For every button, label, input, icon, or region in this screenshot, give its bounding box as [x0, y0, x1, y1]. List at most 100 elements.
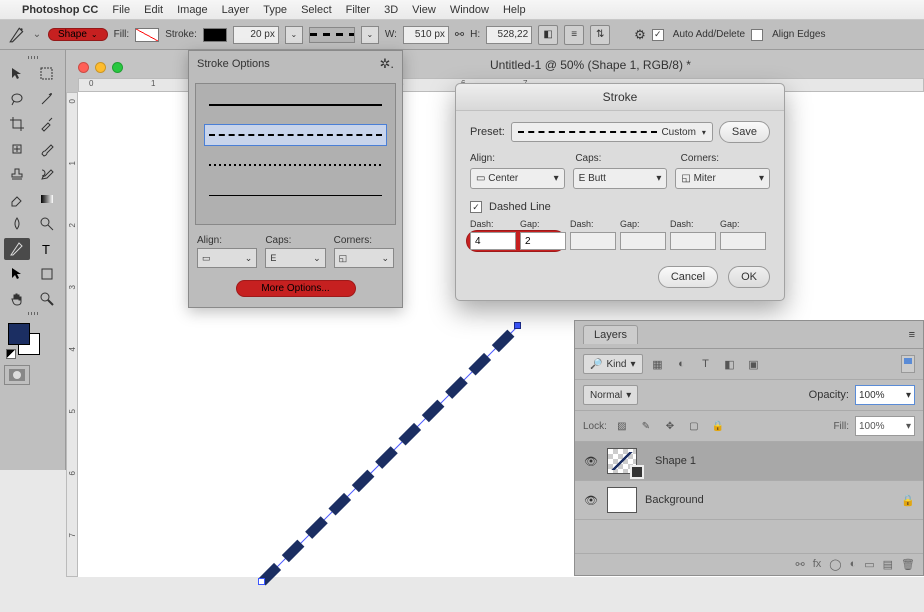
- dodge-tool[interactable]: [34, 213, 60, 235]
- mask-icon[interactable]: ◯: [829, 558, 841, 571]
- shape-tool[interactable]: [34, 263, 60, 285]
- layer-thumb[interactable]: [607, 487, 637, 513]
- stroke-swatch[interactable]: [203, 28, 227, 42]
- dash3-input[interactable]: [670, 232, 716, 250]
- popover-corners-select[interactable]: ◱⌄: [334, 248, 394, 268]
- panel-grip[interactable]: [28, 56, 38, 59]
- path-arrange-icon[interactable]: ⇅: [590, 25, 610, 45]
- eraser-tool[interactable]: [4, 188, 30, 210]
- dlg-corners-select[interactable]: ◱ Miter▾: [675, 168, 770, 189]
- height-field[interactable]: 528,22: [486, 26, 532, 44]
- brush-tool[interactable]: [34, 138, 60, 160]
- menu-select[interactable]: Select: [301, 4, 332, 16]
- trash-icon[interactable]: 🗑: [901, 558, 915, 571]
- width-field[interactable]: 510 px: [403, 26, 449, 44]
- tool-mode-select[interactable]: Shape⌄: [48, 28, 108, 41]
- path-anchor-start[interactable]: [258, 578, 265, 585]
- menu-file[interactable]: File: [112, 4, 130, 16]
- move-tool[interactable]: [4, 63, 30, 85]
- filter-shape-icon[interactable]: ◧: [721, 355, 739, 373]
- menu-help[interactable]: Help: [503, 4, 526, 16]
- blend-mode-select[interactable]: Normal▾: [583, 385, 638, 405]
- blur-tool[interactable]: [4, 213, 30, 235]
- menu-3d[interactable]: 3D: [384, 4, 398, 16]
- path-align-icon[interactable]: ≡: [564, 25, 584, 45]
- popover-align-select[interactable]: ▭⌄: [197, 248, 257, 268]
- path-ops-icon[interactable]: ◧: [538, 25, 558, 45]
- lock-all-icon[interactable]: 🔒: [709, 417, 727, 435]
- more-options-button[interactable]: More Options...: [236, 280, 356, 297]
- layer-name[interactable]: Background: [645, 494, 704, 506]
- stroke-preset-thin[interactable]: [204, 184, 387, 206]
- cancel-button[interactable]: Cancel: [658, 266, 718, 288]
- preset-select[interactable]: Custom▾: [511, 122, 713, 142]
- menu-view[interactable]: View: [412, 4, 436, 16]
- adjustment-icon[interactable]: ◐: [850, 558, 857, 571]
- save-preset-button[interactable]: Save: [719, 121, 770, 143]
- type-tool[interactable]: T: [34, 238, 60, 260]
- auto-add-delete-checkbox[interactable]: [652, 29, 664, 41]
- lasso-tool[interactable]: [4, 88, 30, 110]
- tool-preset-chevron[interactable]: ⌄: [32, 29, 42, 40]
- filter-toggle[interactable]: [901, 355, 915, 373]
- close-window-button[interactable]: [78, 62, 89, 73]
- document-title[interactable]: Untitled-1 @ 50% (Shape 1, RGB/8) *: [490, 58, 691, 72]
- foreground-color[interactable]: [8, 323, 30, 345]
- stroke-type-select[interactable]: [309, 27, 355, 43]
- filter-smart-icon[interactable]: ▣: [745, 355, 763, 373]
- menu-layer[interactable]: Layer: [222, 4, 250, 16]
- crop-tool[interactable]: [4, 113, 30, 135]
- app-name[interactable]: Photoshop CC: [22, 4, 98, 16]
- eyedropper-tool[interactable]: [34, 113, 60, 135]
- gap3-input[interactable]: [720, 232, 766, 250]
- new-layer-icon[interactable]: ▤: [883, 558, 893, 571]
- layer-thumb[interactable]: [607, 448, 637, 474]
- minimize-window-button[interactable]: [95, 62, 106, 73]
- quickmask-toggle[interactable]: [4, 365, 30, 385]
- popover-caps-select[interactable]: E⌄: [265, 248, 325, 268]
- menu-image[interactable]: Image: [177, 4, 208, 16]
- healing-tool[interactable]: [4, 138, 30, 160]
- default-colors-icon[interactable]: [6, 349, 16, 359]
- panel-menu-icon[interactable]: ≡: [909, 329, 915, 341]
- stamp-tool[interactable]: [4, 163, 30, 185]
- zoom-window-button[interactable]: [112, 62, 123, 73]
- ok-button[interactable]: OK: [728, 266, 770, 288]
- stroke-preset-dotted[interactable]: [204, 154, 387, 176]
- menu-type[interactable]: Type: [263, 4, 287, 16]
- stroke-preset-solid[interactable]: [204, 94, 387, 116]
- link-layers-icon[interactable]: ⚯: [795, 558, 804, 571]
- lock-trans-icon[interactable]: ▨: [613, 417, 631, 435]
- filter-kind-select[interactable]: 🔎Kind▾: [583, 354, 643, 374]
- layer-name[interactable]: Shape 1: [655, 455, 696, 467]
- lock-nest-icon[interactable]: ▢: [685, 417, 703, 435]
- group-icon[interactable]: ▭: [864, 558, 874, 571]
- fill-opacity-field[interactable]: 100%▾: [855, 416, 915, 436]
- gear-icon[interactable]: ⚙: [634, 27, 646, 43]
- layer-background[interactable]: 👁 Background 🔒: [575, 481, 923, 520]
- layer-shape1[interactable]: 👁 Shape 1: [575, 442, 923, 481]
- lock-pos-icon[interactable]: ✥: [661, 417, 679, 435]
- fill-swatch[interactable]: [135, 28, 159, 42]
- fx-icon[interactable]: fx: [813, 558, 822, 571]
- zoom-tool[interactable]: [34, 288, 60, 310]
- gap1-input[interactable]: [520, 232, 566, 250]
- gradient-tool[interactable]: [34, 188, 60, 210]
- stroke-width-stepper[interactable]: ⌄: [285, 26, 303, 44]
- stroke-width-field[interactable]: 20 px: [233, 26, 279, 44]
- popover-gear-icon[interactable]: ✲.: [379, 56, 394, 72]
- path-anchor-end[interactable]: [514, 322, 521, 329]
- opacity-field[interactable]: 100%▾: [855, 385, 915, 405]
- dlg-align-select[interactable]: ▭ Center▾: [470, 168, 565, 189]
- dlg-caps-select[interactable]: E Butt▾: [573, 168, 668, 189]
- filter-adjust-icon[interactable]: ◐: [673, 355, 691, 373]
- align-edges-checkbox[interactable]: [751, 29, 763, 41]
- marquee-tool[interactable]: [34, 63, 60, 85]
- hand-tool[interactable]: [4, 288, 30, 310]
- menu-window[interactable]: Window: [450, 4, 489, 16]
- dash1-input[interactable]: [470, 232, 516, 250]
- path-select-tool[interactable]: [4, 263, 30, 285]
- pen-tool[interactable]: [4, 238, 30, 260]
- visibility-toggle[interactable]: 👁: [583, 455, 599, 468]
- stroke-preset-dashed[interactable]: [204, 124, 387, 146]
